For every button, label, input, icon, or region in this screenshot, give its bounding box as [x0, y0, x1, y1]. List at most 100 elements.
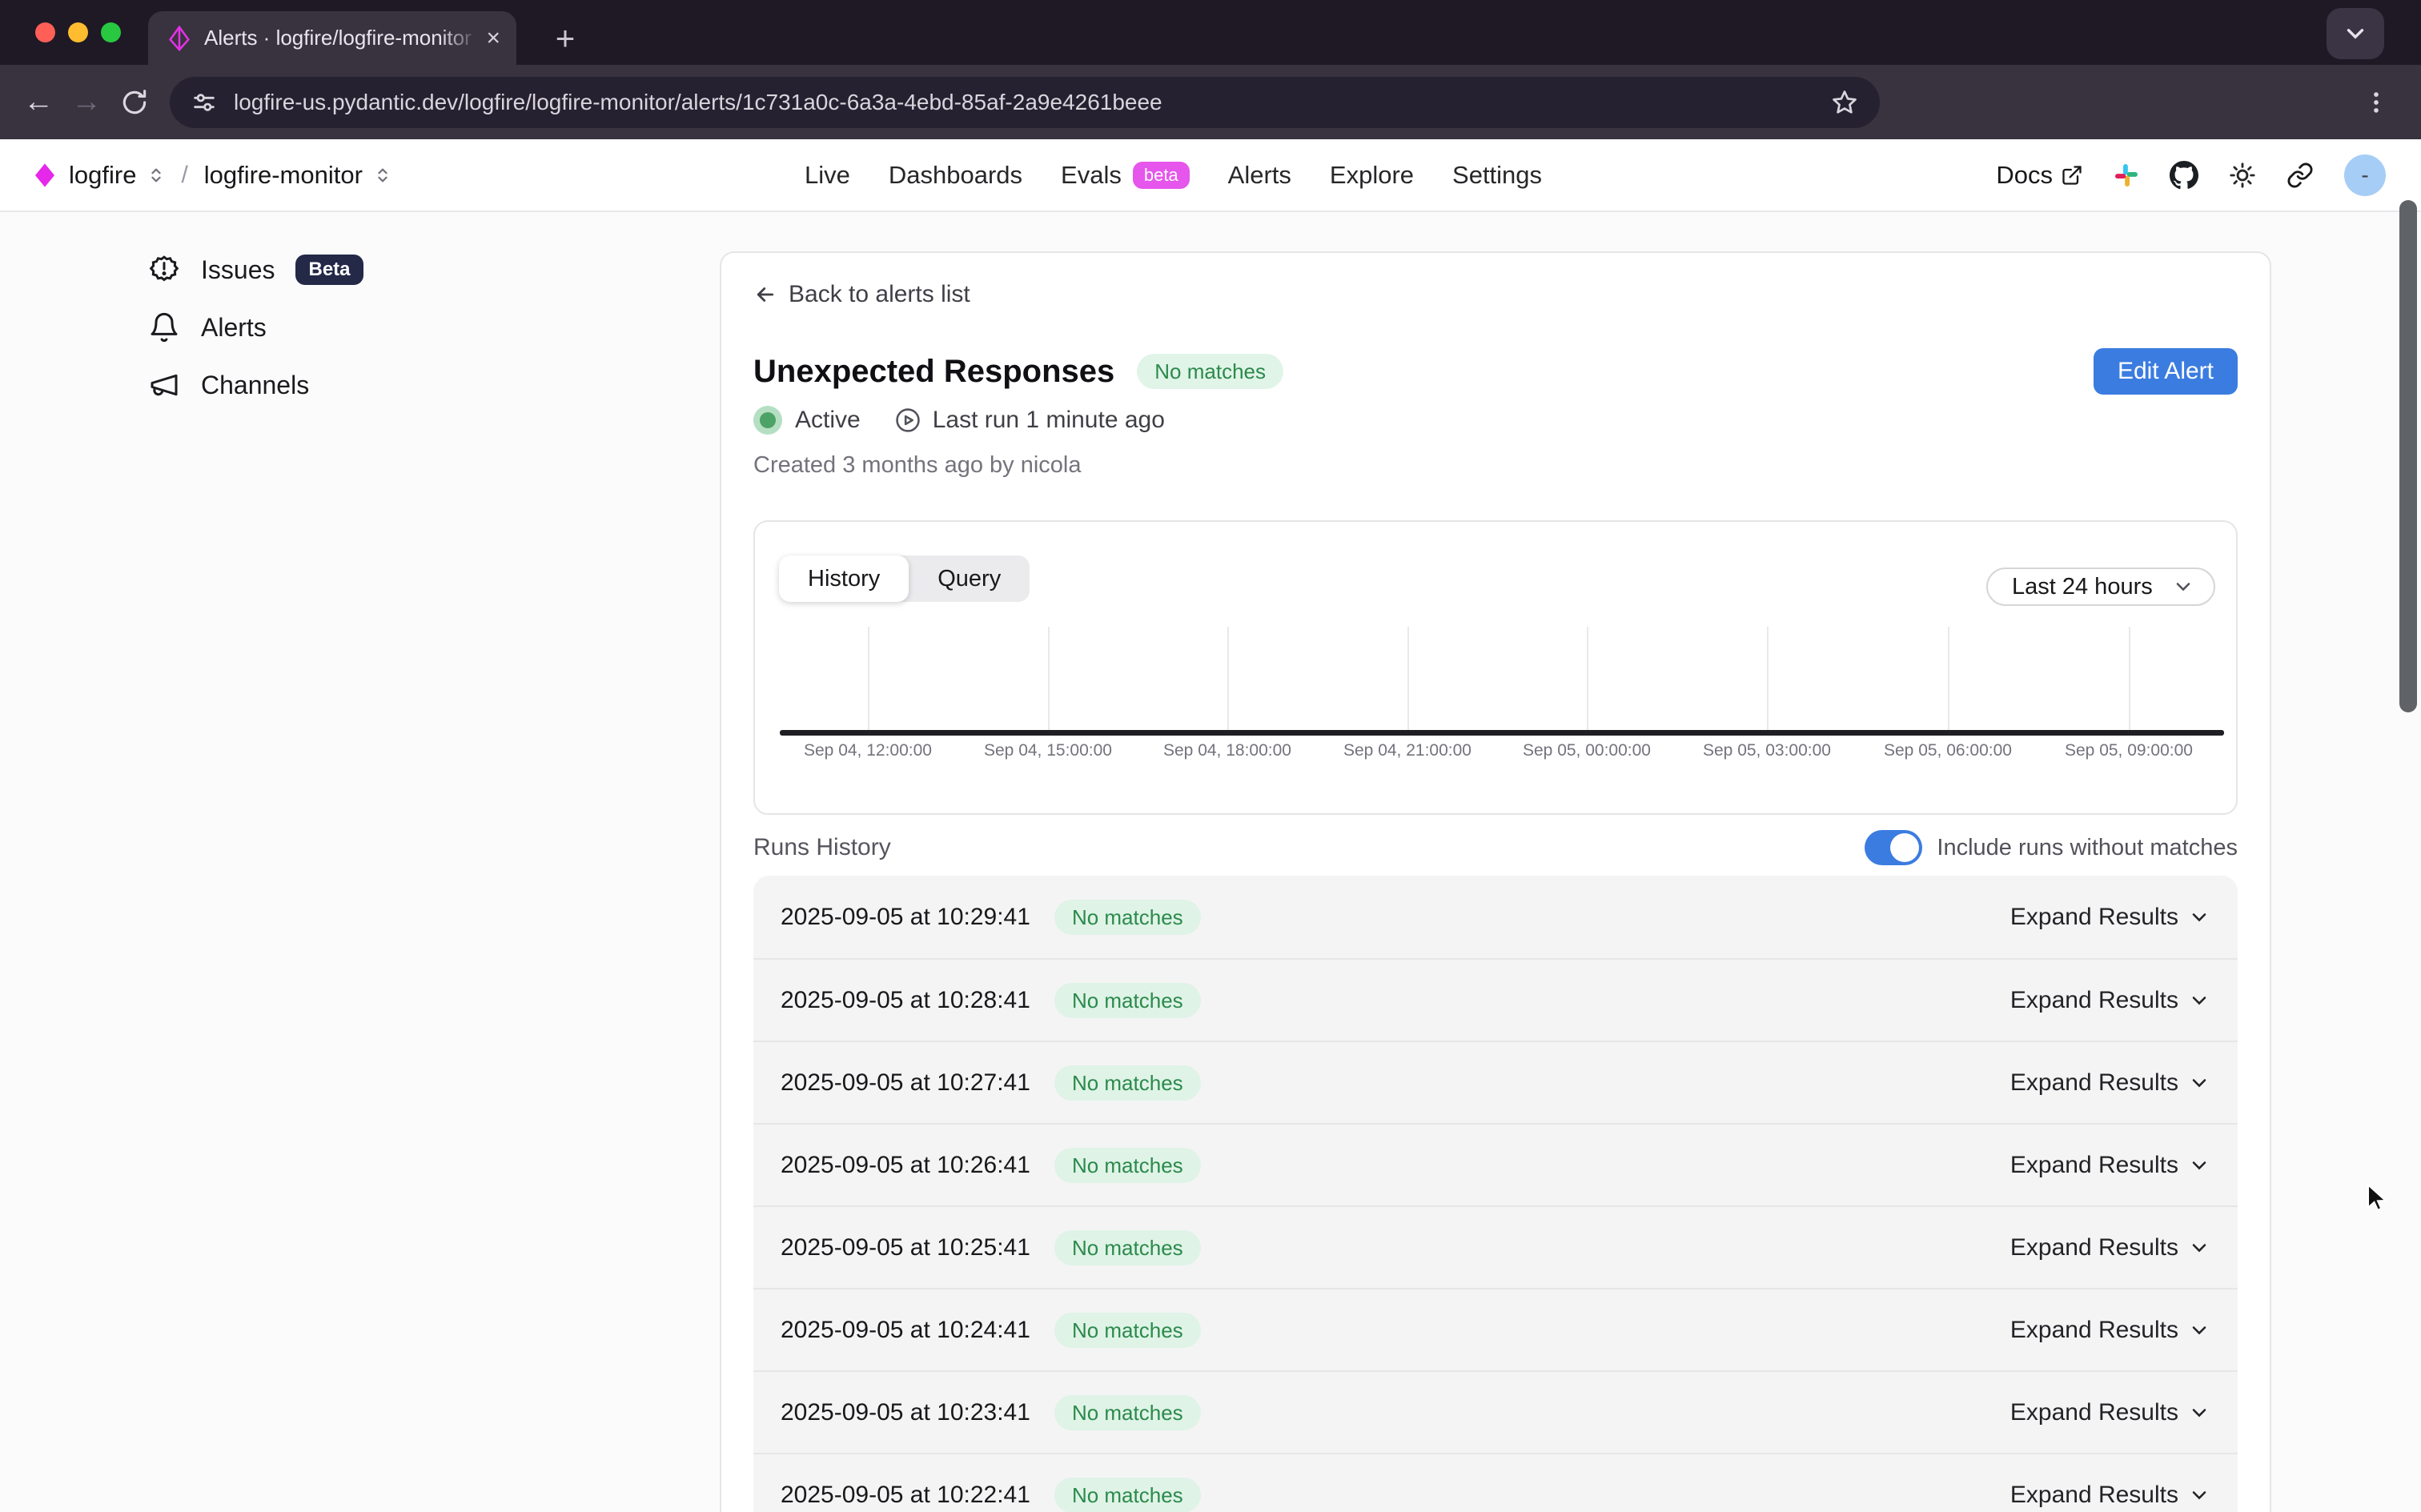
sidebar-item-label: Alerts	[201, 313, 267, 343]
run-row: 2025-09-05 at 10:28:41 No matches Expand…	[753, 958, 2238, 1041]
nav-dashboards[interactable]: Dashboards	[889, 161, 1022, 190]
main-nav: Live Dashboards Evalsbeta Alerts Explore…	[805, 139, 1542, 211]
chart-gridline	[1948, 627, 1949, 732]
axis-tick-label: Sep 04, 12:00:00	[772, 741, 964, 760]
chart-gridline	[2129, 627, 2130, 732]
arrow-left-icon	[753, 283, 777, 307]
forward-button[interactable]: →	[62, 85, 110, 119]
site-settings-icon[interactable]	[191, 89, 218, 116]
run-row: 2025-09-05 at 10:22:41 No matches Expand…	[753, 1453, 2238, 1512]
new-tab-button[interactable]: +	[544, 18, 586, 59]
nav-evals[interactable]: Evalsbeta	[1061, 161, 1190, 190]
run-row: 2025-09-05 at 10:29:41 No matches Expand…	[753, 876, 2238, 958]
tab-search-button[interactable]	[2327, 8, 2384, 59]
github-icon[interactable]	[2170, 161, 2198, 190]
run-timestamp: 2025-09-05 at 10:26:41	[781, 1152, 1030, 1179]
last-run-label: Last run 1 minute ago	[933, 407, 1165, 434]
nav-alerts[interactable]: Alerts	[1228, 161, 1291, 190]
alert-badge-icon	[148, 254, 180, 286]
sidebar-item-label: Channels	[201, 371, 309, 400]
expand-results-button[interactable]: Expand Results	[2010, 1317, 2210, 1344]
axis-tick-label: Sep 04, 21:00:00	[1311, 741, 1504, 760]
runs-history-heading: Runs History	[753, 834, 891, 861]
page-scrollbar[interactable]	[2399, 200, 2417, 712]
chevron-down-icon	[2172, 576, 2194, 598]
chart-gridline	[1048, 627, 1050, 732]
zoom-window-button[interactable]	[101, 22, 121, 42]
expand-results-button[interactable]: Expand Results	[2010, 1069, 2210, 1097]
theme-sun-icon[interactable]	[2229, 162, 2256, 189]
alert-title: Unexpected Responses	[753, 354, 1114, 390]
nav-live[interactable]: Live	[805, 161, 850, 190]
edit-alert-button[interactable]: Edit Alert	[2094, 348, 2238, 395]
no-matches-badge: No matches	[1054, 1478, 1201, 1512]
url-bar[interactable]: logfire-us.pydantic.dev/logfire/logfire-…	[170, 77, 1880, 128]
axis-tick-label: Sep 05, 03:00:00	[1671, 741, 1863, 760]
browser-menu-button[interactable]	[2354, 89, 2399, 116]
breadcrumb-separator: /	[181, 162, 187, 189]
expand-results-button[interactable]: Expand Results	[2010, 1234, 2210, 1261]
chevron-down-icon	[2188, 989, 2210, 1012]
tab-query[interactable]: Query	[909, 555, 1030, 602]
page-content: Issues Beta Alerts Channels Back to aler…	[0, 212, 2421, 1512]
org-selector[interactable]: logfire	[69, 161, 136, 190]
user-avatar[interactable]: -	[2344, 154, 2386, 196]
active-status-icon	[753, 406, 782, 435]
run-timestamp: 2025-09-05 at 10:25:41	[781, 1234, 1030, 1261]
beta-badge: beta	[1133, 162, 1190, 189]
external-link-icon	[2061, 164, 2083, 186]
include-runs-toggle[interactable]	[1865, 830, 1922, 865]
minimize-window-button[interactable]	[68, 22, 88, 42]
history-query-tabs: History Query	[779, 555, 1030, 602]
expand-results-button[interactable]: Expand Results	[2010, 1399, 2210, 1426]
docs-link[interactable]: Docs	[1996, 161, 2083, 190]
expand-results-button[interactable]: Expand Results	[2010, 1152, 2210, 1179]
tab-history[interactable]: History	[779, 555, 909, 602]
chevron-down-icon	[2188, 906, 2210, 928]
expand-results-button[interactable]: Expand Results	[2010, 904, 2210, 931]
expand-results-button[interactable]: Expand Results	[2010, 1482, 2210, 1509]
sidebar-item-channels[interactable]: Channels	[148, 369, 309, 401]
nav-settings[interactable]: Settings	[1452, 161, 1542, 190]
runs-list: 2025-09-05 at 10:29:41 No matches Expand…	[753, 876, 2238, 1512]
bookmark-star-icon[interactable]	[1830, 88, 1859, 117]
project-selector[interactable]: logfire-monitor	[204, 161, 363, 190]
share-link-icon[interactable]	[2286, 162, 2314, 189]
browser-toolbar: ← → logfire-us.pydantic.dev/logfire/logf…	[0, 65, 2421, 139]
active-status-label: Active	[795, 407, 861, 434]
back-to-alerts-link[interactable]: Back to alerts list	[753, 280, 2238, 309]
sidebar-item-issues[interactable]: Issues Beta	[148, 254, 363, 286]
history-panel: History Query Last 24 hours Sep 04, 12:0…	[753, 520, 2238, 815]
back-button[interactable]: ←	[14, 85, 62, 119]
no-matches-badge: No matches	[1054, 1313, 1201, 1348]
alert-detail-card: Back to alerts list Unexpected Responses…	[720, 251, 2271, 1512]
run-row: 2025-09-05 at 10:23:41 No matches Expand…	[753, 1370, 2238, 1453]
kebab-menu-icon	[2363, 89, 2390, 116]
reload-button[interactable]	[110, 87, 159, 118]
megaphone-icon	[148, 369, 180, 401]
url-text[interactable]: logfire-us.pydantic.dev/logfire/logfire-…	[234, 90, 1830, 115]
run-timestamp: 2025-09-05 at 10:28:41	[781, 987, 1030, 1014]
axis-tick-label: Sep 05, 00:00:00	[1491, 741, 1683, 760]
axis-tick-label: Sep 04, 18:00:00	[1131, 741, 1323, 760]
browser-tab[interactable]: Alerts · logfire/logfire-monitor ×	[148, 11, 516, 65]
chart-x-axis	[780, 730, 2224, 736]
chevrons-up-down-icon[interactable]	[374, 166, 391, 184]
chart-gridline	[1227, 627, 1229, 732]
bell-icon	[148, 311, 180, 343]
close-tab-icon[interactable]: ×	[486, 26, 500, 50]
no-matches-badge: No matches	[1054, 1230, 1201, 1265]
sidebar-item-alerts[interactable]: Alerts	[148, 311, 267, 343]
chart-gridline	[1587, 627, 1588, 732]
nav-explore[interactable]: Explore	[1330, 161, 1414, 190]
run-timestamp: 2025-09-05 at 10:23:41	[781, 1399, 1030, 1426]
slack-icon[interactable]	[2114, 162, 2139, 188]
run-row: 2025-09-05 at 10:27:41 No matches Expand…	[753, 1041, 2238, 1123]
chart-gridline	[1767, 627, 1769, 732]
window-controls[interactable]	[35, 22, 121, 42]
time-range-select[interactable]: Last 24 hours	[1986, 568, 2215, 606]
chevrons-up-down-icon[interactable]	[147, 166, 165, 184]
expand-results-button[interactable]: Expand Results	[2010, 987, 2210, 1014]
created-by-label: Created 3 months ago by nicola	[753, 452, 2238, 478]
close-window-button[interactable]	[35, 22, 55, 42]
